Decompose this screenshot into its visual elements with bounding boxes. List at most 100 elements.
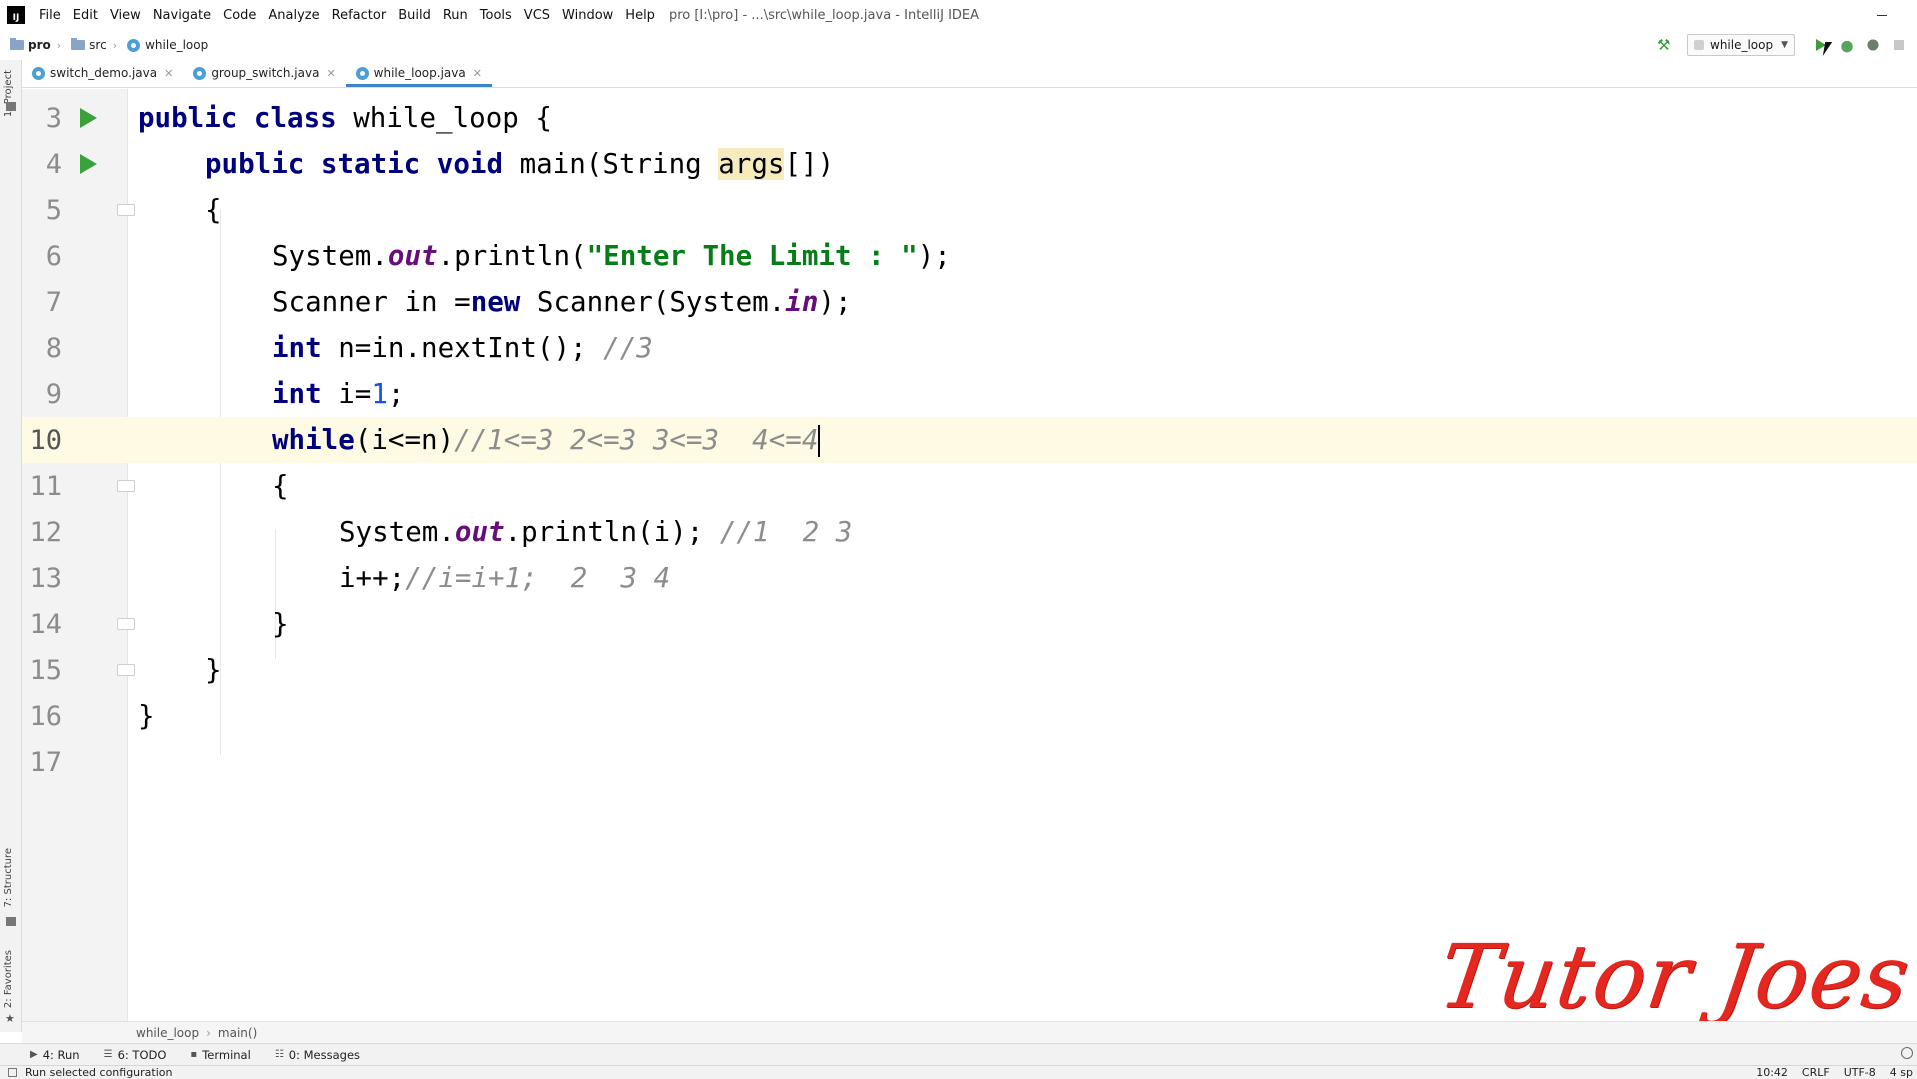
line-number: 9 (45, 378, 62, 410)
tab-switch-demo[interactable]: switch_demo.java ✕ (22, 59, 183, 87)
caret-position[interactable]: 10:42 (1756, 1066, 1788, 1079)
java-class-icon (32, 66, 45, 80)
fold-marker-icon[interactable] (117, 480, 135, 492)
structure-icon (6, 917, 16, 926)
menu-file[interactable]: File (33, 8, 67, 23)
search-icon[interactable] (1901, 1047, 1913, 1059)
stop-button[interactable] (1891, 37, 1907, 53)
code-token: System. (272, 240, 388, 272)
close-tab-icon[interactable]: ✕ (326, 67, 335, 80)
line-number: 6 (45, 240, 62, 272)
status-bar: Run selected configuration 10:42 CRLF UT… (0, 1065, 1917, 1079)
code-line[interactable]: 8 int n=in.nextInt(); //3 (22, 325, 1917, 371)
indent-setting[interactable]: 4 sp (1890, 1066, 1913, 1079)
folder-icon (71, 38, 86, 50)
favorites-star-icon: ★ (5, 1012, 15, 1025)
line-number: 10 (29, 424, 62, 456)
code-comment: //i=i+1; 2 3 4 (405, 562, 671, 594)
fold-marker-icon[interactable] (117, 618, 135, 630)
nav-crumb-label: while_loop (145, 38, 209, 52)
menu-vcs[interactable]: VCS (518, 8, 556, 23)
run-gutter-icon[interactable] (80, 108, 97, 128)
java-class-icon (127, 38, 141, 52)
run-with-coverage-button[interactable] (1865, 37, 1881, 53)
code-token: System. (339, 516, 455, 548)
file-encoding[interactable]: UTF-8 (1844, 1066, 1876, 1079)
window-title: pro [I:\pro] - ...\src\while_loop.java -… (668, 7, 980, 23)
code-token: while (272, 423, 355, 456)
run-configuration-select[interactable]: while_loop ▼ (1687, 34, 1795, 56)
code-line[interactable]: 6 System.out.println("Enter The Limit : … (22, 233, 1917, 279)
code-line[interactable]: 5 { (22, 187, 1917, 233)
line-separator[interactable]: CRLF (1802, 1066, 1830, 1079)
tool-label: 0: Messages (288, 1047, 361, 1062)
code-line[interactable]: 12 System.out.println(i); //1 2 3 (22, 509, 1917, 555)
debug-button[interactable] (1839, 37, 1855, 53)
build-hammer-icon[interactable]: ⚒ (1657, 37, 1673, 53)
close-tab-icon[interactable]: ✕ (164, 67, 173, 80)
run-tool-button[interactable]: ▶ 4: Run (30, 1048, 80, 1062)
tool-windows-toggle-icon[interactable] (8, 1068, 17, 1077)
tab-while-loop[interactable]: while_loop.java ✕ (345, 59, 492, 87)
code-token: []) (784, 148, 835, 180)
code-editor[interactable]: 3 public class while_loop { 4 public sta… (22, 89, 1917, 1021)
nav-crumb-project[interactable]: pro › (0, 38, 61, 52)
tool-label: 4: Run (42, 1047, 80, 1062)
tab-group-switch[interactable]: group_switch.java ✕ (183, 59, 345, 87)
fold-marker-icon[interactable] (117, 204, 135, 216)
code-token: ; (387, 378, 405, 410)
run-gutter-icon[interactable] (80, 154, 97, 174)
close-tab-icon[interactable]: ✕ (473, 67, 482, 80)
code-line[interactable]: 13 i++;//i=i+1; 2 3 4 (22, 555, 1917, 601)
code-token: Scanner(System. (520, 286, 786, 318)
code-token: in (785, 286, 819, 318)
menu-navigate[interactable]: Navigate (147, 8, 217, 23)
code-line[interactable]: 16 } (22, 693, 1917, 739)
menu-analyze[interactable]: Analyze (262, 8, 325, 23)
menu-run[interactable]: Run (437, 8, 474, 23)
code-comment: //1 2 3 (719, 516, 853, 548)
menu-window[interactable]: Window (556, 8, 619, 23)
code-token: out (454, 516, 505, 548)
terminal-tool-button[interactable]: ▪ Terminal (190, 1048, 250, 1062)
code-line[interactable]: 9 int i=1; (22, 371, 1917, 417)
code-line[interactable]: 17 (22, 739, 1917, 785)
minimize-window-button[interactable] (1875, 8, 1889, 22)
line-number: 8 (45, 332, 62, 364)
menu-tools[interactable]: Tools (474, 8, 518, 23)
code-line[interactable]: 7 Scanner in =new Scanner(System.in); (22, 279, 1917, 325)
menu-bar: IJ File Edit View Navigate Code Analyze … (0, 0, 1917, 30)
status-message: Run selected configuration (25, 1066, 173, 1079)
breadcrumb-method[interactable]: main() (218, 1026, 257, 1040)
line-number: 16 (29, 700, 62, 732)
run-config-icon (1694, 40, 1704, 50)
code-token: (i<=n) (354, 423, 455, 456)
code-line-current[interactable]: 10 while(i<=n)//1<=3 2<=3 3<=3 4<=4 (22, 417, 1917, 463)
line-number: 12 (29, 516, 62, 548)
code-line[interactable]: 15 } (22, 647, 1917, 693)
nav-crumb-label: pro (28, 38, 51, 52)
tab-label: switch_demo.java (50, 66, 158, 80)
messages-tool-button[interactable]: ☷ 0: Messages (275, 1048, 360, 1062)
editor-tab-bar: switch_demo.java ✕ group_switch.java ✕ w… (22, 60, 1917, 88)
menu-edit[interactable]: Edit (67, 8, 104, 23)
menu-refactor[interactable]: Refactor (326, 8, 393, 23)
nav-crumb-class[interactable]: while_loop (117, 38, 208, 52)
run-toolbar: ⚒ while_loop ▼ (1657, 30, 1917, 60)
nav-crumb-src[interactable]: src › (61, 38, 117, 52)
menu-code[interactable]: Code (217, 8, 262, 23)
fold-marker-icon[interactable] (117, 664, 135, 676)
status-widgets: 10:42 CRLF UTF-8 4 sp (1756, 1066, 1917, 1079)
code-line[interactable]: 3 public class while_loop { (22, 95, 1917, 141)
breadcrumb-class[interactable]: while_loop (136, 1026, 199, 1040)
favorites-tool-tab[interactable]: 2: Favorites (3, 950, 14, 1008)
code-line[interactable]: 14 } (22, 601, 1917, 647)
menu-view[interactable]: View (104, 8, 147, 23)
line-number: 5 (45, 194, 62, 226)
code-line[interactable]: 11 { (22, 463, 1917, 509)
menu-help[interactable]: Help (619, 8, 661, 23)
structure-tool-tab[interactable]: 7: Structure (3, 848, 14, 907)
menu-build[interactable]: Build (392, 8, 437, 23)
code-line[interactable]: 4 public static void main(String args[]) (22, 141, 1917, 187)
todo-tool-button[interactable]: ☰ 6: TODO (104, 1048, 167, 1062)
